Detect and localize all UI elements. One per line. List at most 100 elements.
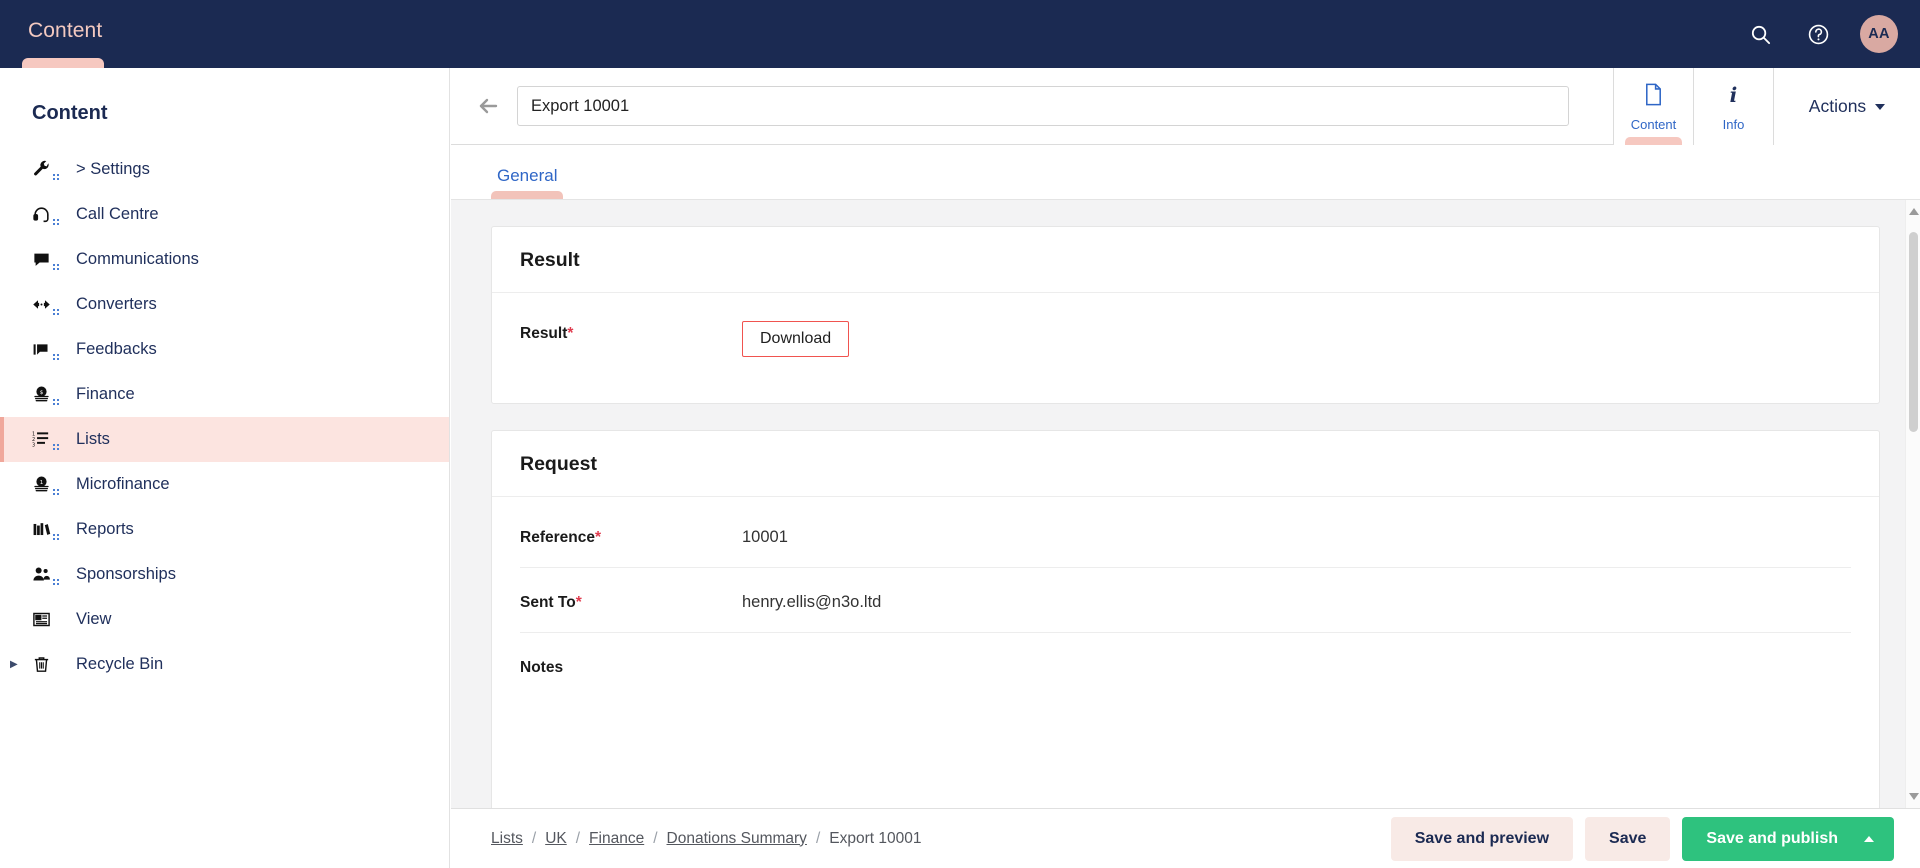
sidebar-item-label: Recycle Bin xyxy=(76,655,164,673)
chevron-down-icon xyxy=(1875,103,1886,110)
svg-text:1: 1 xyxy=(40,480,44,486)
coin-dollar-icon: $ xyxy=(32,384,59,406)
article-icon xyxy=(32,609,58,631)
save-and-publish-button[interactable]: Save and publish xyxy=(1682,816,1894,861)
editor-header-tabs: Content i Info Actions xyxy=(1613,68,1920,145)
sidebar-nav: > Settings Call Centre Communications Co… xyxy=(0,147,449,687)
title-input[interactable] xyxy=(517,86,1569,126)
required-marker: * xyxy=(594,529,602,546)
tab-info-label: Info xyxy=(1722,116,1745,132)
footer-bar: Lists / UK / Finance / Donations Summary… xyxy=(451,808,1920,868)
breadcrumb-item-lists[interactable]: Lists xyxy=(491,830,523,848)
scrollbar-thumb[interactable] xyxy=(1909,232,1918,432)
books-icon xyxy=(32,519,61,542)
speech-bubble-icon xyxy=(32,249,59,271)
chevron-right-icon[interactable]: ▶ xyxy=(10,659,18,670)
sidebar-item-label: Sponsorships xyxy=(76,565,176,583)
search-icon[interactable] xyxy=(1744,18,1776,50)
actions-label: Actions xyxy=(1808,96,1867,116)
sidebar-item-converters[interactable]: Converters xyxy=(0,282,449,327)
sidebar-item-sponsorships[interactable]: Sponsorships xyxy=(0,552,449,597)
scroll-down-arrow-icon[interactable] xyxy=(1909,793,1919,800)
save-and-preview-button[interactable]: Save and preview xyxy=(1390,816,1574,861)
sidebar-item-recycle-bin[interactable]: ▶ Recycle Bin xyxy=(0,642,449,687)
field-value-result: Download xyxy=(742,321,850,357)
scroll-up-arrow-icon[interactable] xyxy=(1909,208,1919,215)
sidebar-item-lists[interactable]: 1 2 3 Lists xyxy=(0,417,449,462)
sidebar-item-reports[interactable]: Reports xyxy=(0,507,449,552)
sidebar-item-label: Call Centre xyxy=(76,205,159,223)
top-navigation-bar: Content AA xyxy=(0,0,1920,68)
breadcrumb-item-uk[interactable]: UK xyxy=(545,830,567,848)
sidebar: Content > Settings Call Centre Communica… xyxy=(0,68,450,868)
sidebar-item-microfinance[interactable]: 1 Microfinance xyxy=(0,462,449,507)
form-scroll-area: Result Result* Download Request Referenc… xyxy=(451,200,1920,808)
icon-dots xyxy=(53,308,61,317)
page-icon xyxy=(1642,82,1665,112)
download-button[interactable]: Download xyxy=(742,321,850,357)
breadcrumb-item-donations-summary[interactable]: Donations Summary xyxy=(667,830,807,848)
result-section-body: Result* Download xyxy=(492,293,1879,403)
svg-text:i: i xyxy=(1730,83,1738,107)
field-row-sent-to: Sent To* henry.ellis@n3o.ltd xyxy=(520,568,1851,633)
sidebar-item-feedbacks[interactable]: Feedbacks xyxy=(0,327,449,372)
breadcrumb-separator: / xyxy=(653,829,658,847)
field-label-reference: Reference* xyxy=(520,525,742,547)
field-row-notes: Notes Details xyxy=(520,633,1851,808)
sidebar-item-label: Communications xyxy=(76,250,199,268)
tab-content-label: Content xyxy=(1630,116,1677,132)
icon-dots xyxy=(53,173,61,182)
field-label-text: Reference xyxy=(520,529,595,546)
trash-icon xyxy=(32,654,58,676)
field-label-result: Result* xyxy=(520,321,742,343)
save-and-publish-label: Save and publish xyxy=(1706,829,1838,847)
field-label-sent-to: Sent To* xyxy=(520,590,742,612)
breadcrumb-separator: / xyxy=(531,829,537,847)
sidebar-item-communications[interactable]: Communications xyxy=(0,237,449,282)
required-marker: * xyxy=(575,594,582,611)
wrench-icon xyxy=(32,159,61,182)
icon-dots xyxy=(53,443,61,452)
numbered-list-icon: 1 2 3 xyxy=(32,429,61,452)
tab-content[interactable]: Content xyxy=(1613,68,1693,145)
coin-one-icon: 1 xyxy=(32,474,59,496)
sidebar-item-settings[interactable]: > Settings xyxy=(0,147,449,192)
breadcrumb-item-finance[interactable]: Finance xyxy=(589,830,644,848)
field-label-notes: Notes xyxy=(520,659,564,676)
field-value-reference: 10001 xyxy=(742,528,788,546)
request-section-card: Request Reference* 10001 Sent To* henry.… xyxy=(491,430,1880,808)
topbar-actions: AA xyxy=(1744,0,1898,68)
help-circle-icon[interactable] xyxy=(1802,18,1834,50)
editor-header: Content i Info Actions xyxy=(451,68,1920,145)
actions-dropdown-button[interactable]: Actions xyxy=(1773,68,1920,145)
field-label-text: Result xyxy=(520,325,568,342)
chevron-up-icon[interactable] xyxy=(1864,835,1874,842)
sidebar-item-view[interactable]: View xyxy=(0,597,449,642)
tab-info[interactable]: i Info xyxy=(1693,68,1773,145)
breadcrumb: Lists / UK / Finance / Donations Summary… xyxy=(491,830,921,848)
icon-dots xyxy=(53,353,61,362)
code-arrows-icon xyxy=(32,294,61,317)
sidebar-item-finance[interactable]: $ Finance xyxy=(0,372,449,417)
back-arrow-icon[interactable] xyxy=(475,93,501,119)
svg-text:3: 3 xyxy=(32,443,35,449)
request-section-heading: Request xyxy=(492,431,1879,497)
sidebar-item-label: > Settings xyxy=(76,160,150,178)
sidebar-item-call-centre[interactable]: Call Centre xyxy=(0,192,449,237)
field-row-result: Result* Download xyxy=(520,299,1851,377)
sidebar-title: Content xyxy=(32,102,108,124)
tab-general[interactable]: General xyxy=(491,166,564,199)
request-section-body: Reference* 10001 Sent To* henry.ellis@n3… xyxy=(492,497,1879,808)
save-button[interactable]: Save xyxy=(1585,816,1671,861)
avatar[interactable]: AA xyxy=(1860,15,1898,53)
people-icon xyxy=(32,564,61,587)
field-row-reference: Reference* 10001 xyxy=(520,503,1851,568)
required-marker: * xyxy=(567,325,574,342)
vertical-scrollbar[interactable] xyxy=(1905,200,1920,808)
sidebar-item-label: View xyxy=(76,610,112,628)
icon-dots xyxy=(53,533,61,542)
sidebar-item-label: Converters xyxy=(76,295,157,313)
sidebar-item-label: Feedbacks xyxy=(76,340,157,358)
feedback-icon xyxy=(32,339,61,362)
icon-dots xyxy=(53,578,61,587)
